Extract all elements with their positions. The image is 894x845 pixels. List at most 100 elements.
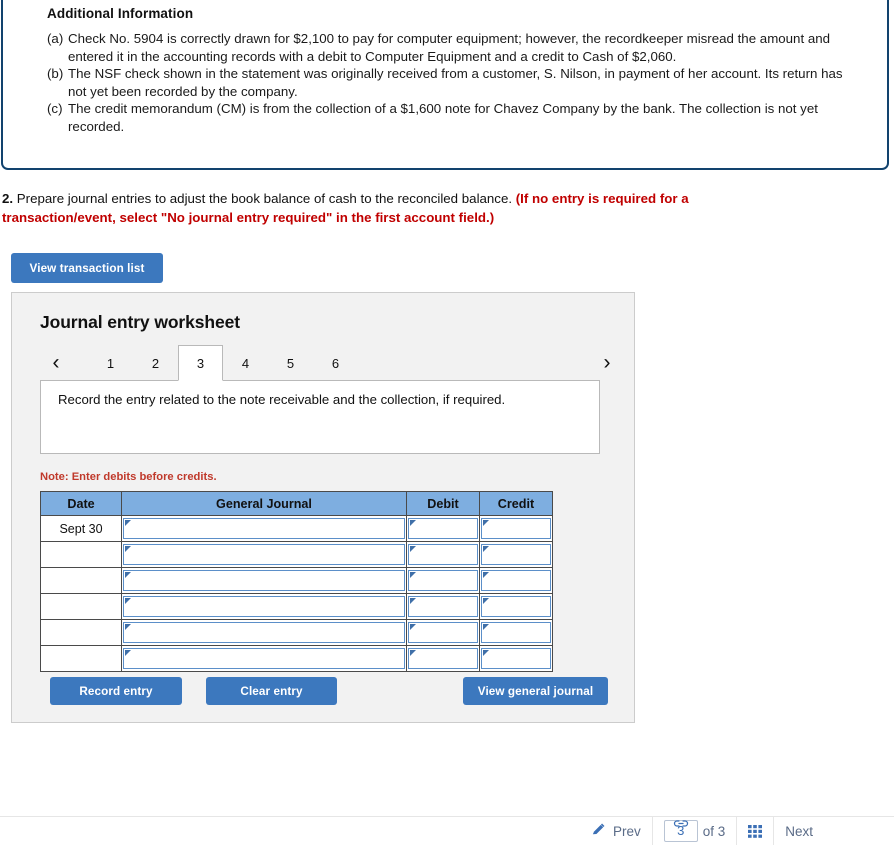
date-cell[interactable] [40,645,122,672]
account-select[interactable] [123,622,405,643]
column-header-date: Date [40,491,122,516]
general-journal-cell[interactable] [121,593,407,620]
account-select[interactable] [123,544,405,565]
debit-cell[interactable] [406,619,480,646]
chevron-left-icon[interactable]: ‹ [45,347,67,377]
debit-input[interactable] [408,596,478,617]
worksheet-tab-1[interactable]: 1 [88,345,133,381]
info-item-marker: (c) [47,101,63,116]
debit-input[interactable] [408,648,478,669]
table-row [40,567,553,594]
next-button[interactable]: Next [773,817,824,845]
account-select[interactable] [123,596,405,617]
date-cell[interactable] [40,541,122,568]
next-label: Next [785,823,814,839]
table-header-row: Date General Journal Debit Credit [40,491,553,516]
credit-input[interactable] [481,570,551,591]
additional-information-list: (a) Check No. 5904 is correctly drawn fo… [47,30,853,135]
table-row [40,593,553,620]
info-item-marker: (a) [47,31,64,46]
worksheet-instruction-box: Record the entry related to the note rec… [40,380,600,454]
worksheet-tab-2[interactable]: 2 [133,345,178,381]
account-select[interactable] [123,518,405,539]
info-item-text: Check No. 5904 is correctly drawn for $2… [68,31,831,64]
debit-cell[interactable] [406,515,480,542]
date-cell[interactable] [40,567,122,594]
info-item: (a) Check No. 5904 is correctly drawn fo… [47,30,853,65]
debit-input[interactable] [408,622,478,643]
debit-cell[interactable] [406,541,480,568]
general-journal-cell[interactable] [121,645,407,672]
column-header-credit: Credit [479,491,553,516]
clear-entry-button[interactable]: Clear entry [206,677,337,705]
debit-input[interactable] [408,570,478,591]
view-general-journal-button[interactable]: View general journal [463,677,608,705]
general-journal-cell[interactable] [121,541,407,568]
info-item: (c) The credit memorandum (CM) is from t… [47,100,853,135]
pager: 3 of 3 [663,820,726,842]
credit-input[interactable] [481,648,551,669]
worksheet-tab-4[interactable]: 4 [223,345,268,381]
credit-input[interactable] [481,596,551,617]
worksheet-tab-bar: ‹ 1 2 3 4 5 6 › [40,345,618,381]
date-cell[interactable] [40,619,122,646]
requirement-number: 2. [2,191,14,206]
table-row [40,541,553,568]
account-select[interactable] [123,570,405,591]
debit-input[interactable] [408,544,478,565]
worksheet-tab-6[interactable]: 6 [313,345,358,381]
table-row: Sept 30 [40,515,553,542]
info-item-text: The credit memorandum (CM) is from the c… [68,101,818,134]
credit-input[interactable] [481,622,551,643]
credit-input[interactable] [481,544,551,565]
general-journal-cell[interactable] [121,515,407,542]
prev-label: Prev [613,823,641,839]
debit-cell[interactable] [406,645,480,672]
page-total-label: of 3 [702,823,726,839]
info-item: (b) The NSF check shown in the statement… [47,65,853,100]
info-item-marker: (b) [47,66,64,81]
credit-cell[interactable] [479,541,553,568]
chevron-right-icon[interactable]: › [596,347,618,377]
view-transaction-list-button[interactable]: View transaction list [11,253,163,283]
credit-cell[interactable] [479,567,553,594]
worksheet-title: Journal entry worksheet [40,312,240,332]
column-header-debit: Debit [406,491,480,516]
credit-input[interactable] [481,518,551,539]
debit-cell[interactable] [406,567,480,594]
pencil-icon [591,822,606,840]
page-navigator[interactable]: 3 of 3 [651,817,737,845]
table-row [40,619,553,646]
worksheet-tab-3[interactable]: 3 [178,345,223,381]
footer-navigation-bar: Prev 3 of 3 Next [580,817,894,845]
table-row [40,645,553,672]
additional-information-title: Additional Information [47,6,194,21]
credit-cell[interactable] [479,593,553,620]
worksheet-tab-5[interactable]: 5 [268,345,313,381]
credit-cell[interactable] [479,619,553,646]
additional-information-panel: Additional Information (a) Check No. 590… [1,0,889,170]
journal-entry-table: Date General Journal Debit Credit Sept 3… [40,491,553,672]
grid-icon [748,825,763,838]
column-header-general-journal: General Journal [121,491,407,516]
general-journal-cell[interactable] [121,619,407,646]
grid-view-button[interactable] [736,817,773,845]
worksheet-instruction-text: Record the entry related to the note rec… [58,392,506,407]
debits-before-credits-note: Note: Enter debits before credits. [40,471,217,483]
journal-entry-worksheet-panel: Journal entry worksheet ‹ 1 2 3 4 5 6 › … [11,292,635,723]
general-journal-cell[interactable] [121,567,407,594]
record-entry-button[interactable]: Record entry [50,677,182,705]
prev-button[interactable]: Prev [580,817,652,845]
info-item-text: The NSF check shown in the statement was… [68,66,843,99]
date-cell[interactable] [40,593,122,620]
link-icon [673,814,688,834]
page-number-input[interactable]: 3 [663,820,698,842]
debit-cell[interactable] [406,593,480,620]
debit-input[interactable] [408,518,478,539]
account-select[interactable] [123,648,405,669]
credit-cell[interactable] [479,515,553,542]
requirement-text: Prepare journal entries to adjust the bo… [13,191,516,206]
date-cell[interactable]: Sept 30 [40,515,122,542]
requirement-2-prompt: 2. Prepare journal entries to adjust the… [2,190,802,227]
credit-cell[interactable] [479,645,553,672]
